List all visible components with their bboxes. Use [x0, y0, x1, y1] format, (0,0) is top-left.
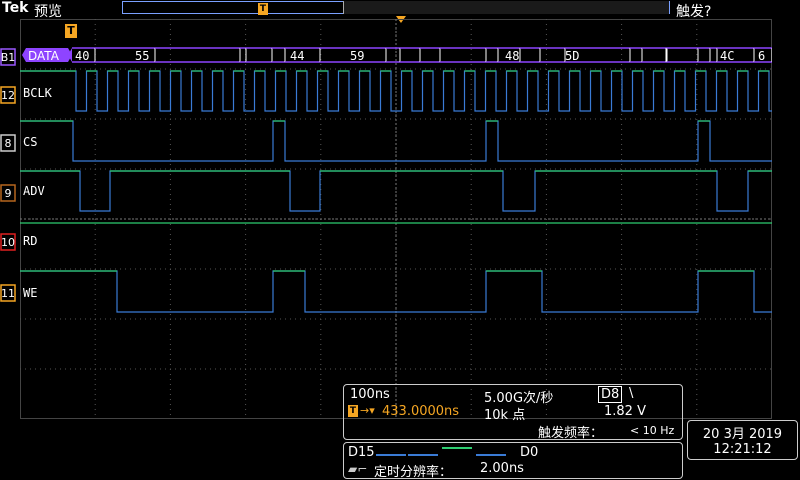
digital-info-panel[interactable]: D15 D0 ▰⌐ 定时分辨率： 2.00ns	[343, 442, 683, 480]
digital-low-label: D0	[520, 445, 539, 460]
svg-text:10: 10	[1, 236, 15, 249]
date-time-panel[interactable]: 20 3月 2019 12:21:12	[687, 420, 798, 460]
record-view-window[interactable]	[343, 1, 669, 14]
bus-value: 4C	[720, 49, 734, 63]
channel-tag-9[interactable]: 9	[0, 184, 16, 202]
channel-name-cs: CS	[23, 135, 38, 149]
svg-text:8: 8	[5, 137, 12, 150]
record-length: 10k 点	[484, 408, 526, 423]
timing-resolution-icon: ▰⌐	[348, 462, 368, 476]
digital-activity-indicator	[376, 447, 506, 456]
trigger-offset-icon: T	[348, 405, 358, 417]
channel-tag-12[interactable]: 12	[0, 86, 16, 104]
svg-text:12: 12	[1, 89, 15, 102]
bus-value: 44	[290, 49, 304, 63]
trigger-position-icon: T	[258, 3, 268, 15]
date: 20 3月 2019	[702, 427, 783, 442]
bus-value: 48	[505, 49, 519, 63]
time: 12:21:12	[713, 442, 772, 457]
arrow-right-icon: →▾	[360, 404, 375, 417]
trigger-slope-icon: \	[629, 386, 634, 401]
timebase-value: 100ns	[350, 387, 390, 402]
waveform-graticule[interactable]: 40 55 44 59 48 5D 4C 6 DATA	[20, 19, 772, 419]
channel-tag-10[interactable]: 10	[0, 233, 16, 251]
channel-tag-8[interactable]: 8	[0, 134, 16, 152]
horizontal-position: 433.0000ns	[382, 404, 460, 419]
bus-value: 6	[758, 49, 765, 63]
bus-value: 5D	[565, 49, 579, 63]
trigger-frequency-label: 触发频率：	[538, 426, 604, 441]
digital-high-label: D15	[348, 445, 375, 460]
trigger-source: D8	[598, 386, 623, 403]
timing-resolution: 2.00ns	[480, 461, 524, 476]
channel-tag-11[interactable]: 11	[0, 284, 16, 302]
bus-value: 55	[135, 49, 149, 63]
channel-name-adv: ADV	[23, 184, 45, 198]
timing-resolution-label: 定时分辨率：	[374, 465, 453, 480]
svg-text:9: 9	[5, 187, 12, 200]
channel-name-we: WE	[23, 286, 38, 300]
bus-name: DATA	[28, 49, 60, 63]
trigger-status: 触发?	[676, 4, 712, 20]
svg-text:B1: B1	[1, 51, 16, 64]
svg-text:11: 11	[1, 287, 15, 300]
channel-name-bclk: BCLK	[23, 86, 52, 100]
bus-tag[interactable]: B1	[0, 48, 16, 66]
channel-tags: B1 12 8 9 10 11	[0, 48, 16, 302]
bus-value: 40	[75, 49, 89, 63]
brand-logo: Tek	[2, 0, 29, 16]
acquisition-mode: 预览	[34, 4, 62, 20]
trigger-frequency: < 10 Hz	[630, 424, 675, 437]
bus-value: 59	[350, 49, 364, 63]
channel-name-rd: RD	[23, 234, 38, 248]
trigger-level: 1.82 V	[604, 404, 646, 419]
acquisition-info-panel[interactable]: 100ns 5.00G次/秒 D8 \ T →▾ 433.0000ns 10k …	[343, 384, 683, 441]
